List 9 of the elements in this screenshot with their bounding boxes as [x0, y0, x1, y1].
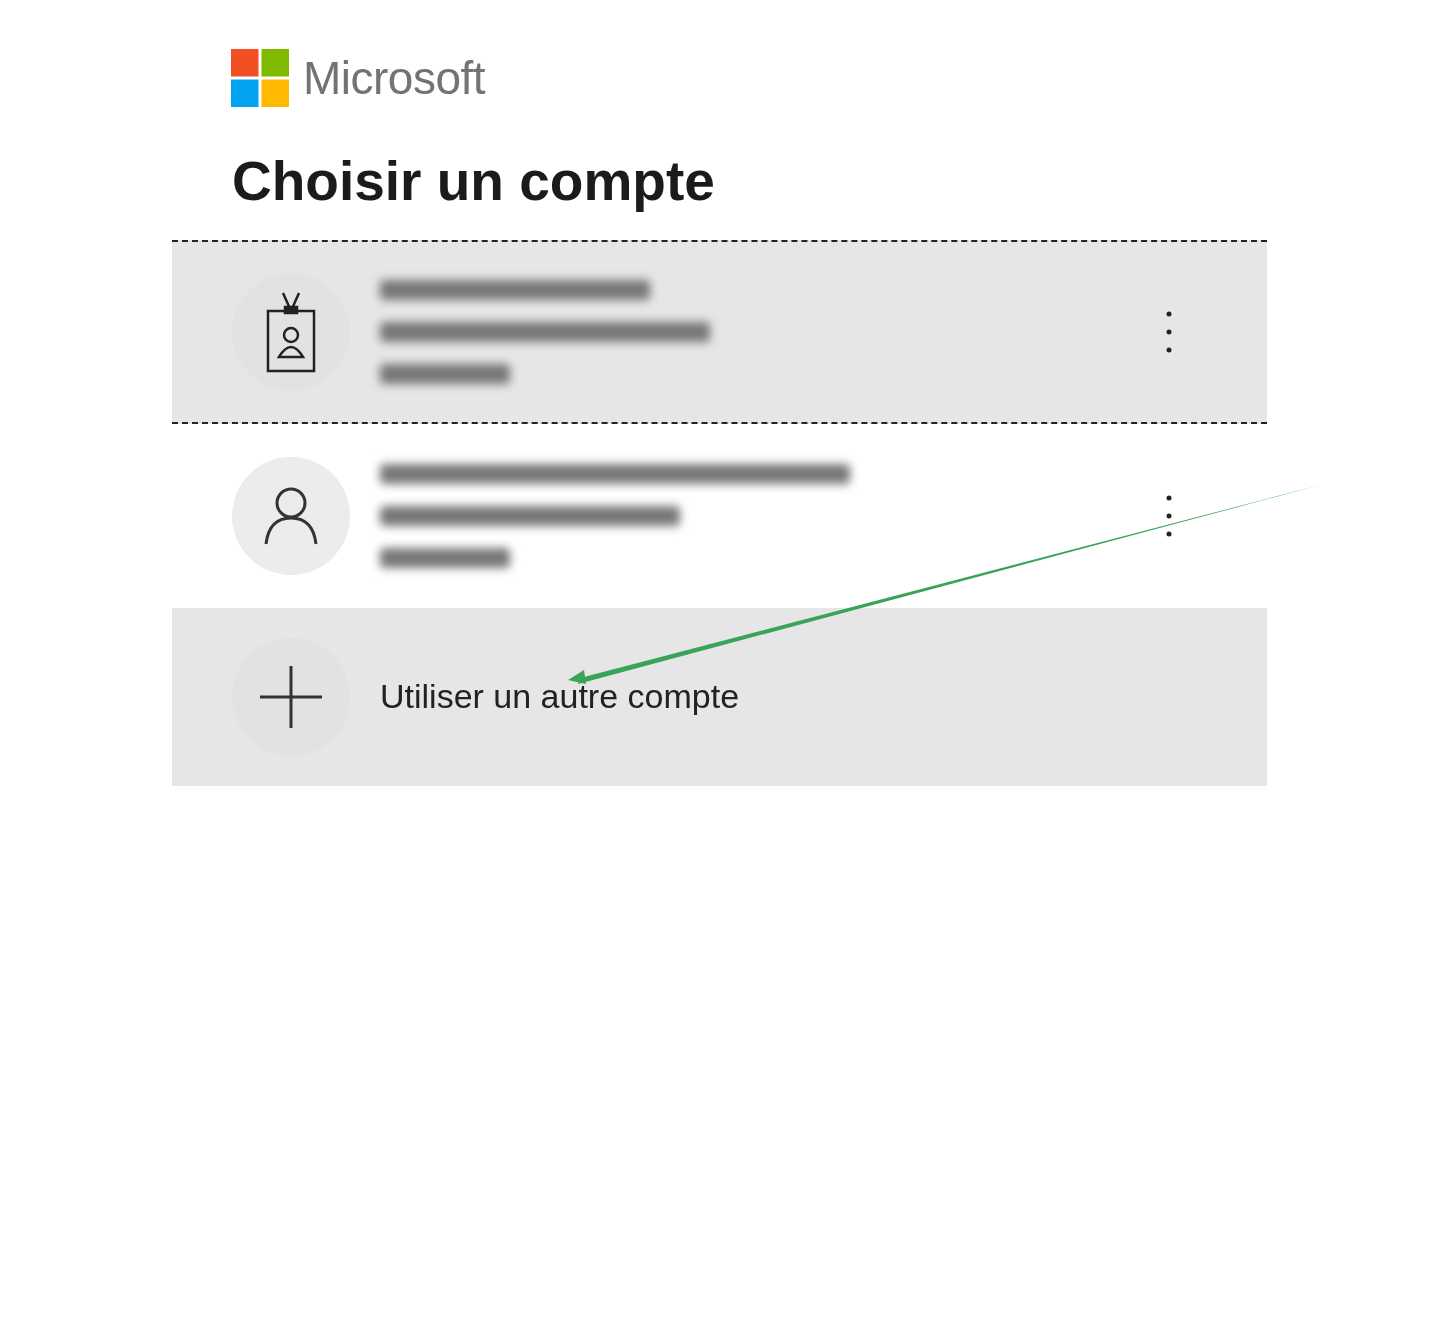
more-options-icon[interactable] — [1166, 310, 1172, 353]
id-badge-icon — [265, 290, 317, 373]
windows-logo-icon — [231, 49, 289, 107]
add-account-button[interactable]: Utiliser un autre compte — [172, 607, 1267, 786]
person-icon — [263, 485, 319, 546]
plus-icon — [260, 665, 322, 728]
more-options-icon[interactable] — [1166, 494, 1172, 537]
brand-name: Microsoft — [303, 51, 486, 105]
page-title: Choisir un compte — [232, 151, 716, 212]
